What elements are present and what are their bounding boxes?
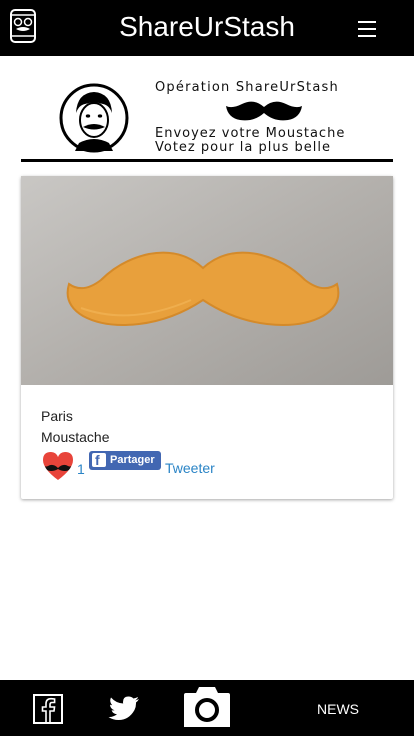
post-actions: 1 f Partager Tweeter <box>41 450 373 484</box>
post-card: Paris Moustache 1 f Partager Tweeter <box>21 176 393 499</box>
twitter-icon[interactable] <box>108 696 140 722</box>
mustache-icon <box>226 101 302 121</box>
like-count: 1 <box>77 461 85 477</box>
banner-subtitle-2: Votez pour la plus belle <box>155 140 332 155</box>
post-details: Paris Moustache 1 f Partager Tweeter <box>41 406 373 484</box>
facebook-share-button[interactable]: f Partager <box>89 451 161 470</box>
camera-icon[interactable] <box>182 685 232 729</box>
facebook-icon[interactable] <box>33 694 63 724</box>
campaign-banner: Opération ShareUrStash Envoyez votre Mou… <box>21 78 393 162</box>
news-button[interactable]: NEWS <box>317 701 359 717</box>
post-city: Paris <box>41 408 73 424</box>
like-heart-icon[interactable] <box>41 450 75 482</box>
app-title: ShareUrStash <box>119 11 295 42</box>
post-category: Moustache <box>41 429 110 445</box>
menu-button[interactable] <box>354 16 380 40</box>
facebook-f-icon: f <box>92 452 106 468</box>
bottom-nav-bar: NEWS <box>0 680 414 736</box>
mustache-photo[interactable] <box>21 176 393 385</box>
share-label: Partager <box>110 454 155 466</box>
portrait-icon <box>59 83 129 153</box>
banner-title: Opération ShareUrStash <box>155 80 339 95</box>
menu-icon <box>358 21 376 23</box>
tweet-link[interactable]: Tweeter <box>165 460 215 476</box>
top-app-bar: ShareUrStash <box>0 0 414 56</box>
banner-subtitle-1: Envoyez votre Moustache <box>155 126 346 141</box>
